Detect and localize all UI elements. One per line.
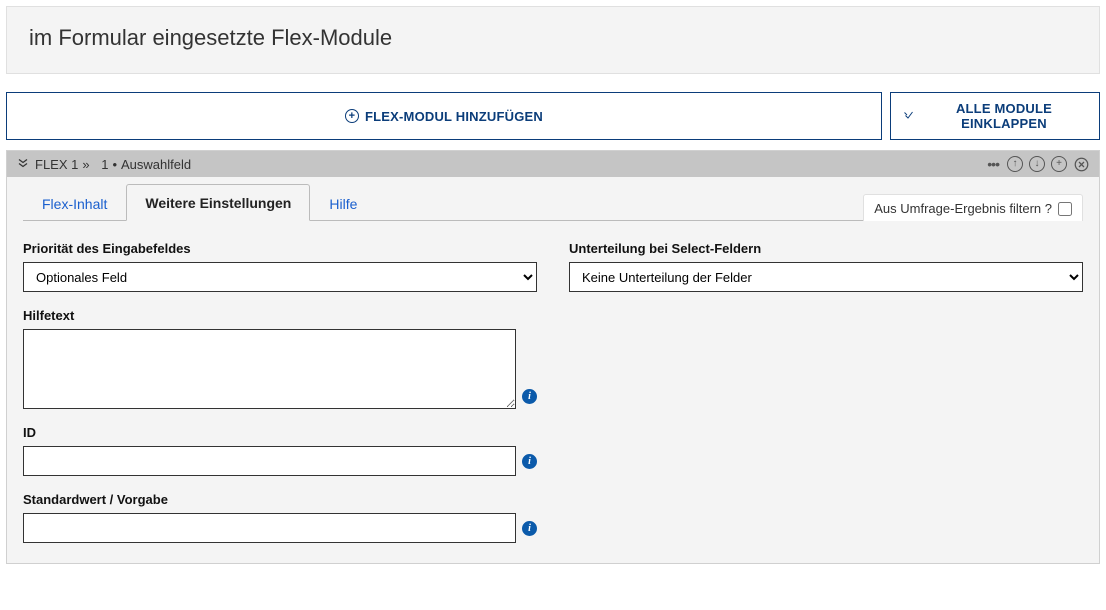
collapse-all-label: ALLE MODULE EINKLAPPEN [921, 101, 1087, 131]
id-group: ID i [23, 425, 537, 476]
info-icon[interactable]: i [522, 454, 537, 469]
more-icon[interactable]: ••• [987, 156, 1001, 172]
priority-group: Priorität des Eingabefeldes Optionales F… [23, 241, 537, 292]
move-down-icon[interactable]: ↓ [1029, 156, 1045, 172]
tab-row: Flex-Inhalt Weitere Einstellungen Hilfe … [23, 183, 1083, 221]
module-bullet: • [112, 157, 117, 172]
helptext-group: Hilfetext i [23, 308, 537, 409]
add-module-label: FLEX-MODUL HINZUFÜGEN [365, 109, 543, 124]
helptext-textarea[interactable] [23, 329, 516, 409]
module-separator: » [82, 157, 89, 172]
module-header: FLEX 1 » 1 • Auswahlfeld ••• ↑ ↓ + [7, 151, 1099, 177]
module-index: 1 [101, 157, 108, 172]
tab-settings[interactable]: Weitere Einstellungen [126, 184, 310, 221]
info-icon[interactable]: i [522, 521, 537, 536]
filter-label: Aus Umfrage-Ergebnis filtern ? [874, 201, 1052, 216]
info-icon[interactable]: i [522, 389, 537, 404]
module-body: Flex-Inhalt Weitere Einstellungen Hilfe … [7, 183, 1099, 563]
subdivision-select[interactable]: Keine Unterteilung der Felder [569, 262, 1083, 292]
filter-checkbox[interactable] [1058, 202, 1072, 216]
add-module-button[interactable]: + FLEX-MODUL HINZUFÜGEN [6, 92, 882, 140]
section-header: im Formular eingesetzte Flex-Module [6, 6, 1100, 74]
subdivision-label: Unterteilung bei Select-Feldern [569, 241, 1083, 256]
priority-label: Priorität des Eingabefeldes [23, 241, 537, 256]
default-group: Standardwert / Vorgabe i [23, 492, 537, 543]
move-up-icon[interactable]: ↑ [1007, 156, 1023, 172]
add-icon[interactable]: + [1051, 156, 1067, 172]
remove-icon[interactable] [1073, 156, 1089, 172]
left-column: Priorität des Eingabefeldes Optionales F… [23, 241, 537, 543]
page-title: im Formular eingesetzte Flex-Module [29, 25, 1077, 51]
subdivision-group: Unterteilung bei Select-Feldern Keine Un… [569, 241, 1083, 292]
filter-box: Aus Umfrage-Ergebnis filtern ? [863, 194, 1083, 221]
module-header-icons: ••• ↑ ↓ + [987, 156, 1089, 172]
collapse-icon [903, 109, 915, 124]
module-type: Auswahlfeld [121, 157, 191, 172]
module-title-group: FLEX 1 » 1 • Auswahlfeld [17, 157, 191, 172]
priority-select[interactable]: Optionales Feld [23, 262, 537, 292]
tab-help[interactable]: Hilfe [310, 185, 376, 221]
module-prefix: FLEX 1 [35, 157, 78, 172]
collapse-all-button[interactable]: ALLE MODULE EINKLAPPEN [890, 92, 1100, 140]
tab-flex-content[interactable]: Flex-Inhalt [23, 185, 126, 221]
plus-circle-icon: + [345, 109, 359, 123]
action-row: + FLEX-MODUL HINZUFÜGEN ALLE MODULE EINK… [0, 80, 1106, 150]
right-column: Unterteilung bei Select-Feldern Keine Un… [569, 241, 1083, 543]
id-input[interactable] [23, 446, 516, 476]
form-grid: Priorität des Eingabefeldes Optionales F… [23, 241, 1083, 543]
id-label: ID [23, 425, 537, 440]
module-card: FLEX 1 » 1 • Auswahlfeld ••• ↑ ↓ + Flex-… [6, 150, 1100, 564]
helptext-label: Hilfetext [23, 308, 537, 323]
default-input[interactable] [23, 513, 516, 543]
expand-toggle-icon[interactable] [17, 157, 29, 171]
default-label: Standardwert / Vorgabe [23, 492, 537, 507]
